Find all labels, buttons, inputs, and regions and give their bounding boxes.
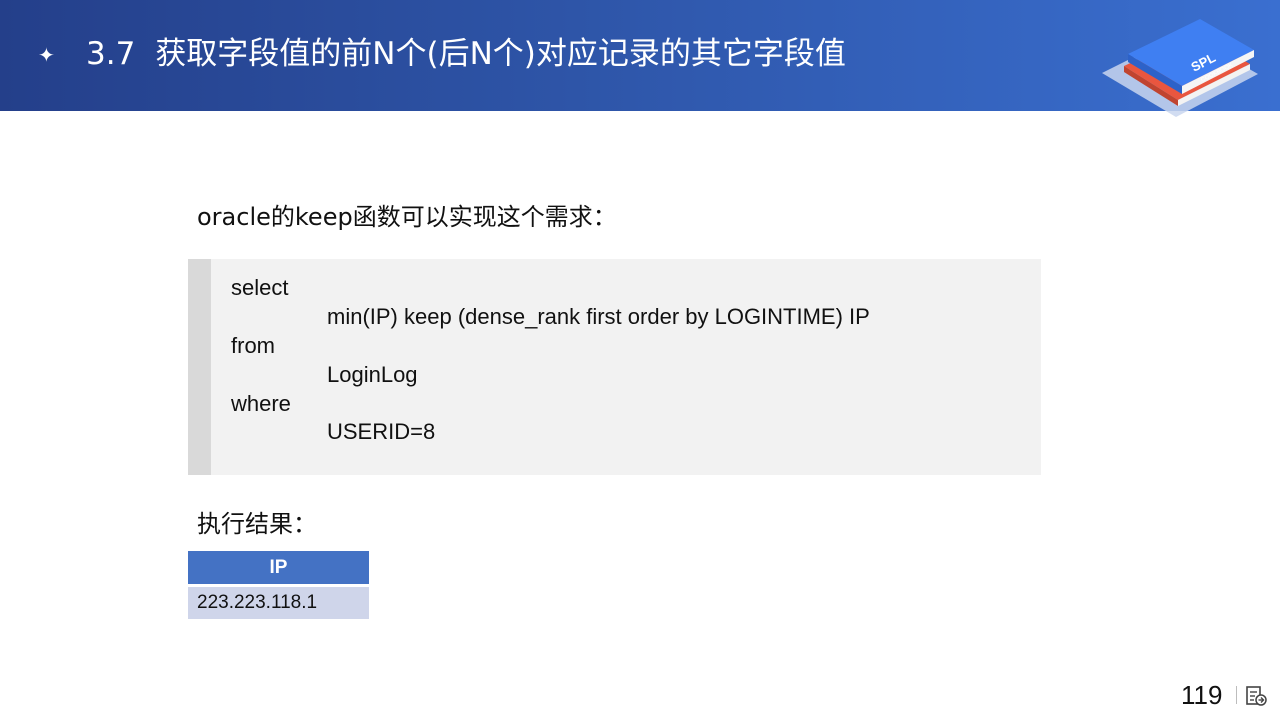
title-text: 获取字段值的前N个(后N个)对应记录的其它字段值 — [155, 36, 846, 72]
section-number: 3.7 — [86, 36, 136, 72]
star-bullet-icon: ✦ — [38, 43, 55, 67]
code-line-select: select — [231, 275, 289, 300]
table-header-row: IP — [188, 551, 369, 587]
footer-divider — [1236, 686, 1237, 704]
code-line-select-expr: min(IP) keep (dense_rank first order by … — [327, 304, 870, 329]
header-banner: ✦ 3.7 获取字段值的前N个(后N个)对应记录的其它字段值 — [0, 0, 1280, 111]
code-line-from-table: LoginLog — [327, 362, 418, 387]
notes-icon[interactable] — [1245, 685, 1267, 707]
result-table: IP 223.223.118.1 — [188, 551, 369, 619]
table-row: 223.223.118.1 — [188, 585, 369, 619]
table-header-ip: IP — [188, 551, 369, 587]
result-label: 执行结果： — [197, 510, 317, 538]
slide: ✦ 3.7 获取字段值的前N个(后N个)对应记录的其它字段值 SPL COOKBO… — [0, 0, 1280, 720]
code-block-accent-bar — [188, 259, 211, 475]
page-title: 3.7 获取字段值的前N个(后N个)对应记录的其它字段值 — [86, 33, 846, 75]
intro-text: oracle的keep函数可以实现这个需求： — [197, 203, 617, 231]
table-cell-ip: 223.223.118.1 — [188, 585, 369, 619]
code-line-from: from — [231, 333, 275, 358]
spl-cookbook-logo-icon: SPL COOKBOOK — [1102, 19, 1258, 117]
page-number: 119 — [1181, 680, 1223, 710]
code-line-where: where — [231, 391, 291, 416]
code-line-where-cond: USERID=8 — [327, 419, 436, 444]
code-block: select min(IP) keep (dense_rank first or… — [188, 259, 1041, 475]
